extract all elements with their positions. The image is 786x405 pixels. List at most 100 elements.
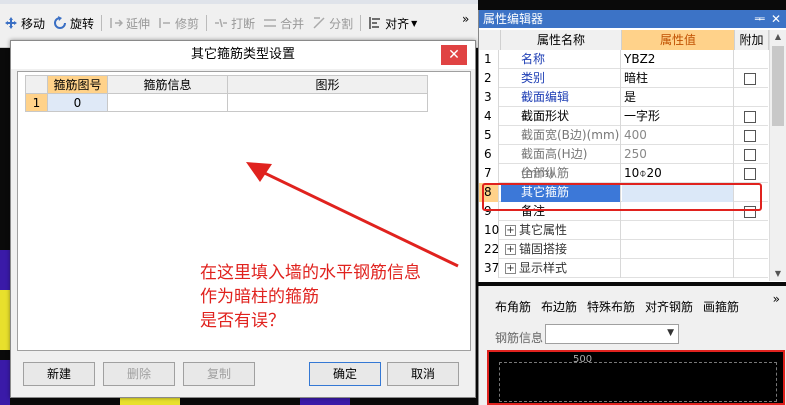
tab-edge-rebar[interactable]: 布边筋 xyxy=(541,298,577,315)
attach-checkbox[interactable] xyxy=(744,149,756,161)
property-row[interactable]: 7 全部纵筋 10⌽20 xyxy=(479,164,768,183)
copy-button[interactable]: 复制 xyxy=(183,362,255,386)
annotation-arrow xyxy=(246,162,459,268)
property-row[interactable]: 10 + 其它属性 xyxy=(479,221,768,240)
property-row-number: 37 xyxy=(479,259,499,278)
property-value[interactable] xyxy=(622,240,734,259)
table-header-row: 箍筋图号 箍筋信息 图形 xyxy=(25,75,428,94)
attach-checkbox[interactable] xyxy=(744,111,756,123)
property-name-text: 锚固搭接 xyxy=(519,242,568,256)
stirrup-number-cell[interactable]: 0 xyxy=(47,93,108,112)
rotate-button[interactable]: 旋转 xyxy=(49,13,98,33)
break-button[interactable]: 打断 xyxy=(210,13,259,33)
property-name: 截面编辑 xyxy=(501,88,621,107)
property-row[interactable]: 6 截面高(H边)(mm) 250 xyxy=(479,145,768,180)
property-name-header[interactable]: 属性名称 xyxy=(501,30,622,50)
expand-icon[interactable]: + xyxy=(505,263,516,274)
shape-header[interactable]: 图形 xyxy=(227,75,428,94)
property-value[interactable]: 400 xyxy=(622,126,734,145)
merge-button[interactable]: 合并 xyxy=(259,13,308,33)
scroll-down-icon[interactable]: ▼ xyxy=(770,267,786,281)
move-button[interactable]: 移动 xyxy=(0,13,49,33)
row-number[interactable]: 1 xyxy=(25,93,48,112)
rotate-label: 旋转 xyxy=(70,16,95,31)
property-value[interactable]: YBZ2 xyxy=(622,50,734,69)
move-icon xyxy=(5,17,17,29)
property-row-number: 3 xyxy=(479,88,499,107)
property-value[interactable]: 是 xyxy=(622,88,734,107)
pin-icon[interactable]: ᆍ xyxy=(754,10,765,28)
extend-button[interactable]: 延伸 xyxy=(105,13,154,33)
property-row[interactable]: 4 截面形状 一字形 xyxy=(479,107,768,126)
align-button[interactable]: 对齐 ▼ xyxy=(364,13,421,33)
property-value[interactable]: 250 xyxy=(622,145,734,164)
property-row-number: 10 xyxy=(479,221,499,240)
toolbar-separator xyxy=(360,15,362,31)
trim-label: 修剪 xyxy=(175,16,200,31)
row-number-header xyxy=(25,75,48,94)
property-value-header[interactable]: 属性值 xyxy=(622,30,735,50)
ok-button[interactable]: 确定 xyxy=(309,362,381,386)
toolbar-separator xyxy=(101,15,103,31)
property-row[interactable]: 37 + 显示样式 xyxy=(479,259,768,278)
property-editor-title-bar: 属性编辑器 ᆍ ✕ xyxy=(479,10,786,28)
table-row[interactable]: 1 0 xyxy=(25,93,428,112)
property-extra-header[interactable]: 附加 xyxy=(735,30,769,50)
dialog-title: 其它箍筋类型设置 xyxy=(11,41,475,69)
property-editor-panel: 属性编辑器 ᆍ ✕ 属性名称 属性值 附加 1 名称 YBZ2 2 类别 暗柱 3 截面编辑是… xyxy=(478,10,786,282)
rebar-info-select[interactable]: ▼ xyxy=(545,324,679,344)
stirrup-info-cell[interactable] xyxy=(107,93,228,112)
scrollbar-thumb[interactable] xyxy=(772,46,784,126)
attach-checkbox[interactable] xyxy=(744,73,756,85)
property-number-header xyxy=(479,30,501,50)
tab-corner-rebar[interactable]: 布角筋 xyxy=(495,298,531,315)
toolbar-strip xyxy=(0,0,478,4)
shape-cell[interactable] xyxy=(227,93,428,112)
property-value[interactable] xyxy=(622,221,734,240)
tab-special-rebar[interactable]: 特殊布筋 xyxy=(587,298,635,315)
property-row[interactable]: 1 名称 YBZ2 xyxy=(479,50,768,69)
rebar-overflow-button[interactable]: » xyxy=(773,292,780,306)
property-value[interactable]: 一字形 xyxy=(622,107,734,126)
property-row-number: 1 xyxy=(479,50,499,69)
property-row-number: 22 xyxy=(479,240,499,259)
property-value[interactable]: 暗柱 xyxy=(622,69,734,88)
property-row-number: 5 xyxy=(479,126,499,145)
dialog-close-button[interactable]: ✕ xyxy=(441,45,467,65)
property-name: 截面高(H边)(mm) xyxy=(501,145,621,180)
property-row[interactable]: 2 类别 暗柱 xyxy=(479,69,768,88)
chevron-down-icon: ▼ xyxy=(667,328,674,338)
property-row-number: 2 xyxy=(479,69,499,88)
close-icon[interactable]: ✕ xyxy=(771,10,781,28)
canvas-shape xyxy=(0,290,10,350)
property-row[interactable]: 5 截面宽(B边)(mm) 400 xyxy=(479,126,768,145)
property-name: 全部纵筋 xyxy=(501,164,621,183)
expand-icon[interactable]: + xyxy=(505,244,516,255)
attach-checkbox[interactable] xyxy=(744,130,756,142)
tab-align-rebar[interactable]: 对齐钢筋 xyxy=(645,298,693,315)
property-name: + 锚固搭接 xyxy=(501,240,621,259)
split-label: 分割 xyxy=(329,16,354,31)
trim-button[interactable]: 修剪 xyxy=(154,13,203,33)
property-row-number: 7 xyxy=(479,164,499,183)
toolbar-overflow-button[interactable]: » xyxy=(462,12,469,26)
delete-button[interactable]: 删除 xyxy=(103,362,175,386)
tab-draw-stirrup[interactable]: 画箍筋 xyxy=(703,298,739,315)
merge-icon xyxy=(264,19,277,27)
new-button[interactable]: 新建 xyxy=(23,362,95,386)
expand-icon[interactable]: + xyxy=(505,225,516,236)
property-name-text: 其它属性 xyxy=(519,223,568,237)
scroll-up-icon[interactable]: ▲ xyxy=(770,30,786,44)
property-row[interactable]: 3 截面编辑是 xyxy=(479,88,768,107)
merge-label: 合并 xyxy=(280,16,305,31)
attach-checkbox[interactable] xyxy=(744,168,756,180)
property-value[interactable]: 10⌽20 xyxy=(622,164,734,183)
split-button[interactable]: 分割 xyxy=(308,13,357,33)
canvas-shape xyxy=(300,398,350,405)
stirrup-info-header[interactable]: 箍筋信息 xyxy=(107,75,228,94)
property-scrollbar[interactable]: ▲ ▼ xyxy=(769,30,786,281)
property-row[interactable]: 22 + 锚固搭接 xyxy=(479,240,768,259)
property-value[interactable] xyxy=(622,259,734,278)
cancel-button[interactable]: 取消 xyxy=(387,362,459,386)
stirrup-number-header[interactable]: 箍筋图号 xyxy=(47,75,108,94)
